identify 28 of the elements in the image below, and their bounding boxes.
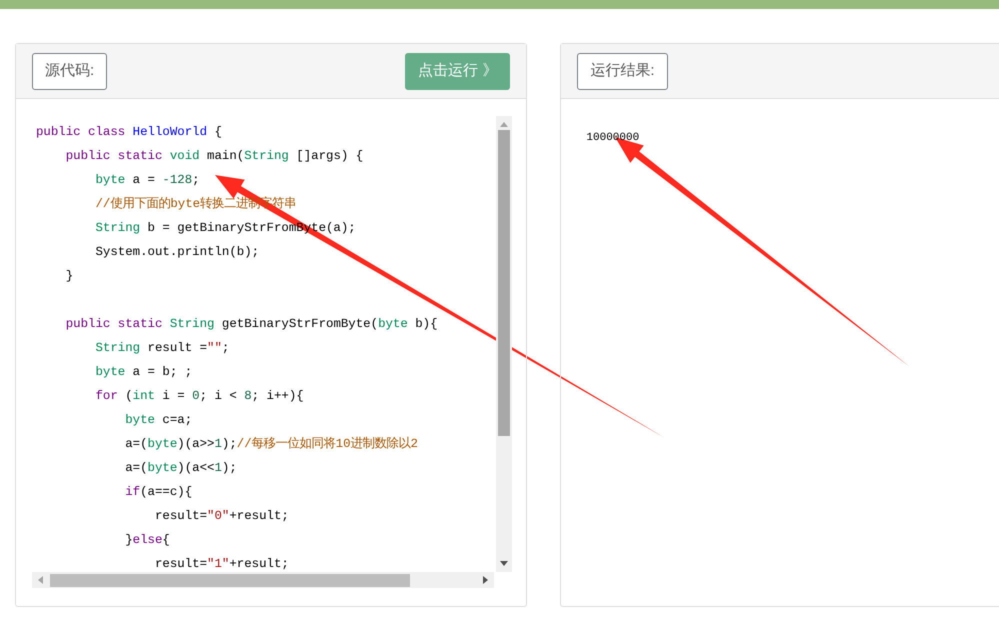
- horizontal-scrollbar[interactable]: [32, 572, 494, 588]
- code-line: byte c=a;: [124, 412, 192, 429]
- code-line: System.out.println(b);: [94, 244, 260, 261]
- source-label: 源代码:: [32, 52, 108, 90]
- scroll-left-icon[interactable]: [37, 576, 43, 584]
- code-line: public class HelloWorld {: [36, 124, 222, 141]
- run-button[interactable]: 点击运行 》: [405, 52, 510, 90]
- code-line: byte a = -128;: [94, 172, 200, 189]
- code-line: a=(byte)(a<<1);: [124, 460, 237, 477]
- code-line: result="0"+result;: [154, 508, 289, 525]
- scroll-thumb[interactable]: [50, 574, 410, 586]
- scroll-up-icon[interactable]: [500, 121, 508, 127]
- code-line: String result ="";: [94, 340, 230, 357]
- code-line: byte a = b; ;: [94, 364, 192, 381]
- code-line: if(a==c){: [124, 484, 192, 501]
- code-line: public static void main(String []args) {: [64, 148, 364, 165]
- code-line: }else{: [124, 532, 170, 549]
- scroll-down-icon[interactable]: [500, 561, 508, 567]
- code-line: public static String getBinaryStrFromByte(byte b){: [64, 316, 438, 333]
- scroll-thumb[interactable]: [498, 130, 510, 436]
- scroll-right-icon[interactable]: [483, 576, 489, 584]
- vertical-scrollbar[interactable]: [496, 116, 512, 572]
- code-line: a=(byte)(a>>1);//每移一位如同将10进制数除以2: [124, 436, 418, 453]
- code-line: for (int i = 0; i < 8; i++){: [94, 388, 304, 405]
- result-label: 运行结果:: [577, 52, 668, 90]
- output-text: 10000000: [586, 132, 640, 144]
- code-line: result="1"+result;: [154, 556, 289, 572]
- code-line: }: [64, 268, 74, 285]
